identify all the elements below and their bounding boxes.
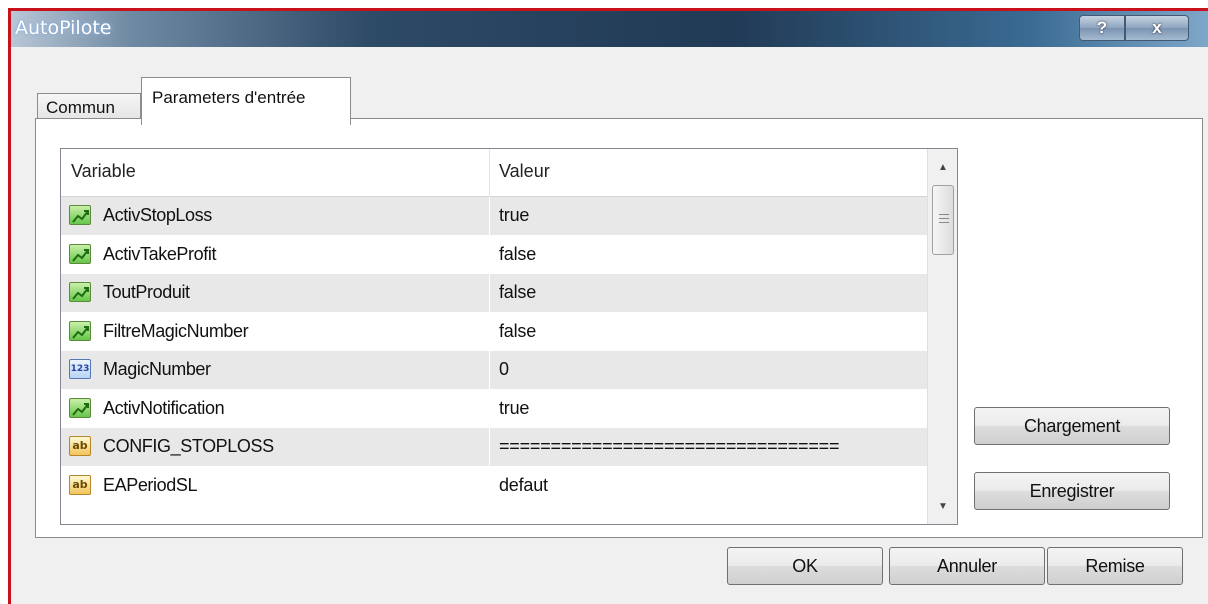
bool-icon: [69, 243, 91, 264]
title-bar[interactable]: AutoPilote ? x: [11, 11, 1208, 47]
variable-name: ActivTakeProfit: [103, 243, 217, 264]
variable-value[interactable]: true: [499, 205, 529, 226]
reset-button[interactable]: Remise: [1047, 547, 1183, 585]
variable-name: ActivNotification: [103, 397, 225, 418]
variable-value[interactable]: defaut: [499, 475, 548, 496]
variable-value[interactable]: 0: [499, 359, 509, 380]
variable-value[interactable]: false: [499, 321, 536, 342]
ok-button[interactable]: OK: [727, 547, 883, 585]
window-title: AutoPilote: [15, 17, 112, 39]
variable-name: EAPeriodSL: [103, 474, 198, 495]
scroll-down-arrow-icon[interactable]: ▼: [928, 494, 957, 520]
variable-name: MagicNumber: [103, 359, 211, 379]
save-button[interactable]: Enregistrer: [974, 472, 1170, 510]
variable-value[interactable]: false: [499, 244, 536, 265]
integer-icon: 123: [69, 359, 91, 379]
variable-name: ToutProduit: [103, 282, 190, 302]
variable-value[interactable]: false: [499, 282, 536, 303]
grid-header: Variable Valeur: [61, 149, 927, 197]
string-icon: ab: [69, 436, 91, 456]
bool-icon: [69, 397, 91, 418]
cell-divider: [489, 274, 490, 312]
cell-divider: [489, 466, 490, 504]
grip-icon: [939, 214, 949, 223]
table-row[interactable]: ab CONFIG_STOPLOSS =======================…: [61, 428, 927, 467]
table-row[interactable]: ActivTakeProfit false: [61, 235, 927, 274]
cell-divider: [489, 235, 490, 273]
table-row[interactable]: ToutProduit false: [61, 274, 927, 313]
dialog-window: AutoPilote ? x Commun Parameters d'entré…: [8, 8, 1208, 604]
grid-rows: ActivStopLoss true ActivTakeProfit false Tou…: [61, 197, 927, 505]
table-row[interactable]: ActivStopLoss true: [61, 197, 927, 236]
cell-divider: [489, 312, 490, 350]
vertical-scrollbar[interactable]: ▲ ▼: [927, 149, 957, 524]
icon-glyph: 123: [70, 364, 90, 374]
table-row[interactable]: ab EAPeriodSL defaut: [61, 466, 927, 505]
help-button[interactable]: ?: [1079, 15, 1125, 41]
close-button[interactable]: x: [1125, 15, 1189, 41]
tab-panel: Variable Valeur ActivStopLoss true ActivTa…: [35, 118, 1203, 538]
cell-divider: [489, 197, 490, 235]
variable-value[interactable]: =================================: [499, 436, 839, 457]
icon-glyph: ab: [72, 439, 88, 452]
inputs-grid: Variable Valeur ActivStopLoss true ActivTa…: [60, 148, 958, 525]
cell-divider: [489, 428, 490, 466]
table-row[interactable]: 123 MagicNumber 0: [61, 351, 927, 390]
table-row[interactable]: ActivNotification true: [61, 389, 927, 428]
scroll-thumb[interactable]: [932, 185, 954, 255]
column-header-value[interactable]: Valeur: [499, 161, 550, 182]
variable-name: FiltreMagicNumber: [103, 320, 249, 341]
bool-icon: [69, 282, 91, 302]
bool-icon: [69, 205, 91, 225]
cancel-button[interactable]: Annuler: [889, 547, 1045, 585]
variable-name: ActivStopLoss: [103, 205, 212, 225]
bool-icon: [69, 320, 91, 341]
table-row[interactable]: FiltreMagicNumber false: [61, 312, 927, 351]
variable-name: CONFIG_STOPLOSS: [103, 436, 274, 456]
cell-divider: [489, 389, 490, 427]
column-divider[interactable]: [489, 149, 490, 197]
string-icon: ab: [69, 474, 91, 495]
load-button[interactable]: Chargement: [974, 407, 1170, 445]
scroll-up-arrow-icon[interactable]: ▲: [928, 155, 957, 181]
column-header-variable[interactable]: Variable: [71, 161, 136, 182]
tab-parameters[interactable]: Parameters d'entrée: [141, 77, 351, 125]
cell-divider: [489, 351, 490, 389]
icon-glyph: ab: [72, 477, 88, 491]
variable-value[interactable]: true: [499, 398, 529, 419]
